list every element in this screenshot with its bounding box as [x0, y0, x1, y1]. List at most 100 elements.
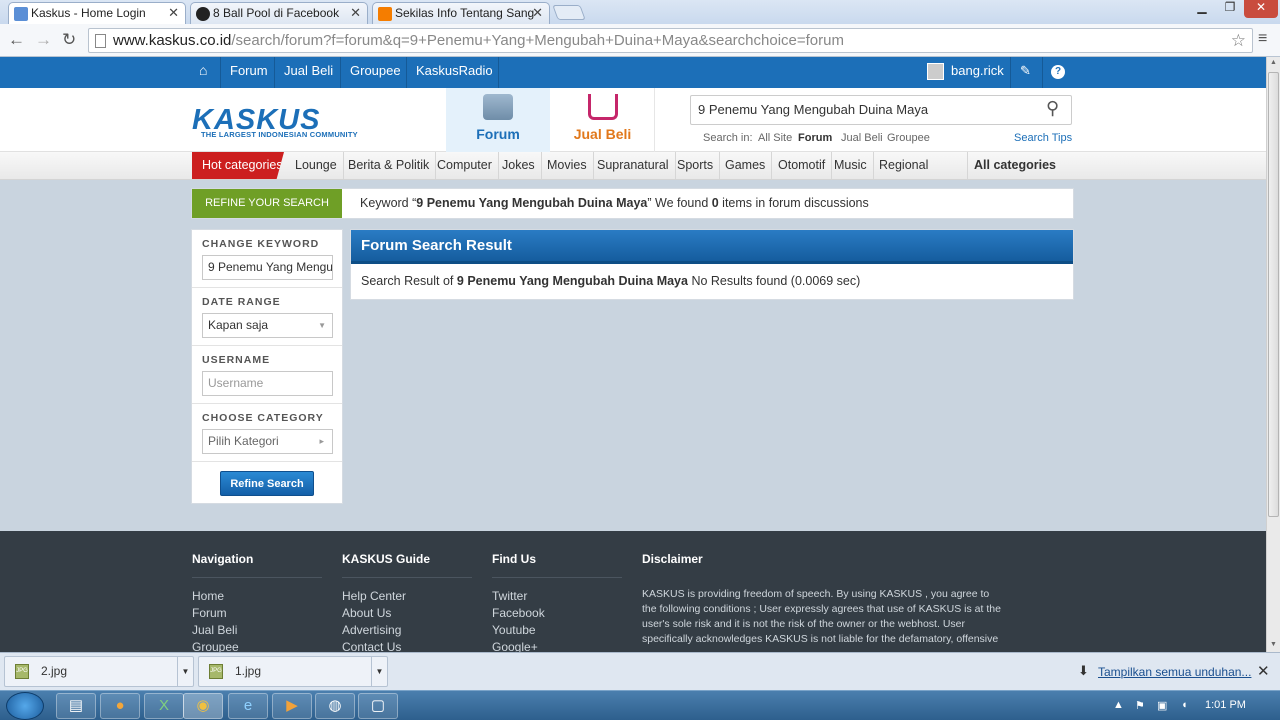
firefox-taskbar-icon[interactable]: ●: [100, 693, 140, 719]
taskbar-clock[interactable]: 1:01 PM: [1205, 699, 1246, 711]
cat-lounge[interactable]: Lounge: [289, 152, 344, 179]
forum-section-tab[interactable]: Forum: [446, 88, 550, 152]
close-tab-icon[interactable]: ✕: [350, 5, 361, 21]
download-item-1jpg[interactable]: JPG 1.jpg ▼: [198, 656, 388, 687]
cat-berita-politik[interactable]: Berita & Politik: [342, 152, 437, 179]
cat-music[interactable]: Music: [828, 152, 874, 179]
result-count: 0: [711, 196, 719, 210]
chrome-taskbar-icon[interactable]: ◉: [183, 693, 223, 719]
footer-link-groupee[interactable]: Groupee: [192, 640, 239, 652]
forum-tab-label: Forum: [476, 126, 520, 142]
close-tab-icon[interactable]: ✕: [168, 5, 179, 21]
search-in-allsite[interactable]: All Site: [758, 132, 792, 144]
flag-tray-icon[interactable]: ⚑: [1135, 699, 1145, 712]
media-player-taskbar-icon[interactable]: ▶: [272, 693, 312, 719]
cat-games[interactable]: Games: [719, 152, 773, 179]
nav-forum-link[interactable]: Forum: [230, 63, 268, 78]
avatar[interactable]: [927, 63, 944, 80]
footer-link-jualbeli[interactable]: Jual Beli: [192, 623, 237, 637]
reload-icon[interactable]: ↻: [62, 30, 76, 50]
search-result-panel: Forum Search Result Search Result of 9 P…: [350, 229, 1074, 300]
footer-link-forum[interactable]: Forum: [192, 606, 227, 620]
help-icon[interactable]: ?: [1051, 65, 1065, 79]
footer-link-facebook[interactable]: Facebook: [492, 606, 545, 620]
keyword-field[interactable]: 9 Penemu Yang Mengubah Duina Maya: [202, 255, 333, 280]
nav-groupee-link[interactable]: Groupee: [350, 63, 401, 78]
hot-categories-button[interactable]: Hot categories: [192, 152, 284, 179]
chevron-down-icon[interactable]: ▼: [371, 657, 387, 686]
cat-otomotif[interactable]: Otomotif: [772, 152, 833, 179]
footer-link-help-center[interactable]: Help Center: [342, 589, 406, 603]
minimize-window-icon[interactable]: ▁: [1188, 0, 1216, 18]
result-panel-title: Forum Search Result: [351, 230, 1073, 264]
cat-jokes[interactable]: Jokes: [496, 152, 542, 179]
footer-link-twitter[interactable]: Twitter: [492, 589, 527, 603]
start-button-icon[interactable]: [6, 692, 44, 720]
nav-kaskusradio-link[interactable]: KaskusRadio: [416, 63, 493, 78]
bookmark-star-icon[interactable]: ☆: [1231, 29, 1246, 52]
footer-link-googleplus[interactable]: Google+: [492, 640, 538, 652]
search-in-groupee[interactable]: Groupee: [887, 132, 930, 144]
home-icon[interactable]: ⌂: [199, 62, 207, 78]
close-tab-icon[interactable]: ✕: [532, 5, 543, 21]
kaskus-favicon-icon: [14, 7, 28, 21]
divider: [192, 577, 322, 578]
cat-supranatural[interactable]: Supranatural: [591, 152, 676, 179]
scroll-up-icon[interactable]: ▲: [1270, 59, 1277, 66]
category-select[interactable]: Pilih Kategori ▸: [202, 429, 333, 454]
browser-toolbar: ← → ↻ www.kaskus.co.id/search/forum?f=fo…: [0, 24, 1280, 57]
close-download-bar-icon[interactable]: ✕: [1257, 662, 1270, 680]
footer-link-home[interactable]: Home: [192, 589, 224, 603]
footer-link-youtube[interactable]: Youtube: [492, 623, 536, 637]
edit-pencil-icon[interactable]: ✎: [1020, 63, 1031, 79]
tray-expand-icon[interactable]: ▲: [1113, 699, 1124, 711]
back-icon[interactable]: ←: [8, 30, 25, 50]
chevron-down-icon[interactable]: ▼: [177, 657, 193, 686]
browser-tab-kaskus[interactable]: Kaskus - Home Login ✕: [8, 2, 186, 24]
browser-tab-sekilas[interactable]: Sekilas Info Tentang Sang ✕: [372, 2, 550, 24]
footer-link-contact-us[interactable]: Contact Us: [342, 640, 401, 652]
scroll-thumb[interactable]: [1268, 72, 1279, 517]
search-in-jualbeli[interactable]: Jual Beli: [841, 132, 883, 144]
browser-tab-8ball[interactable]: 8 Ball Pool di Facebook ✕: [190, 2, 368, 24]
date-range-select[interactable]: Kapan saja ▼: [202, 313, 333, 338]
footer-link-about-us[interactable]: About Us: [342, 606, 391, 620]
username-field[interactable]: Username: [202, 371, 333, 396]
scroll-down-icon[interactable]: ▼: [1270, 641, 1277, 648]
footer-link-advertising[interactable]: Advertising: [342, 623, 401, 637]
explorer-taskbar-icon[interactable]: ▤: [56, 693, 96, 719]
ie-taskbar-icon[interactable]: e: [228, 693, 268, 719]
cat-computer[interactable]: Computer: [431, 152, 499, 179]
refine-search-button[interactable]: Refine Search: [220, 471, 314, 496]
divider: [406, 57, 407, 88]
search-icon[interactable]: ⚲: [1046, 98, 1059, 119]
kaskus-top-nav: ⌂ Forum Jual Beli Groupee KaskusRadio ba…: [0, 57, 1266, 88]
download-item-2jpg[interactable]: JPG 2.jpg ▼: [4, 656, 194, 687]
volume-tray-icon[interactable]: ◖: [1181, 699, 1188, 711]
new-tab-button[interactable]: [552, 5, 586, 20]
search-in-forum[interactable]: Forum: [798, 132, 832, 144]
excel-taskbar-icon[interactable]: X: [144, 693, 184, 719]
close-window-icon[interactable]: ✕: [1244, 0, 1278, 18]
page-scrollbar[interactable]: ▲ ▼: [1266, 57, 1280, 652]
date-range-value: Kapan saja: [208, 318, 269, 332]
network-tray-icon[interactable]: ▣: [1157, 699, 1167, 712]
cat-movies[interactable]: Movies: [541, 152, 594, 179]
browser-menu-icon[interactable]: ≡: [1258, 30, 1267, 48]
search-tips-link[interactable]: Search Tips: [1014, 132, 1072, 144]
search-input[interactable]: 9 Penemu Yang Mengubah Duina Maya: [690, 95, 1072, 125]
restore-window-icon[interactable]: ❐: [1216, 0, 1244, 18]
cat-regional[interactable]: Regional: [873, 152, 934, 179]
show-all-downloads-link[interactable]: Tampilkan semua unduhan...: [1098, 665, 1251, 679]
all-categories-dropdown[interactable]: All categories ▼: [967, 152, 1072, 198]
app-taskbar-icon[interactable]: ◍: [315, 693, 355, 719]
forward-icon[interactable]: →: [35, 30, 52, 50]
window-taskbar-icon[interactable]: ▢: [358, 693, 398, 719]
jualbeli-section-tab[interactable]: Jual Beli: [551, 88, 655, 152]
nav-jualbeli-link[interactable]: Jual Beli: [284, 63, 333, 78]
jpg-file-icon: JPG: [209, 664, 223, 679]
cat-sports[interactable]: Sports: [671, 152, 721, 179]
all-categories-label: All categories: [974, 158, 1056, 172]
address-bar[interactable]: www.kaskus.co.id/search/forum?f=forum&q=…: [88, 28, 1253, 53]
username-link[interactable]: bang.rick: [951, 63, 1004, 78]
